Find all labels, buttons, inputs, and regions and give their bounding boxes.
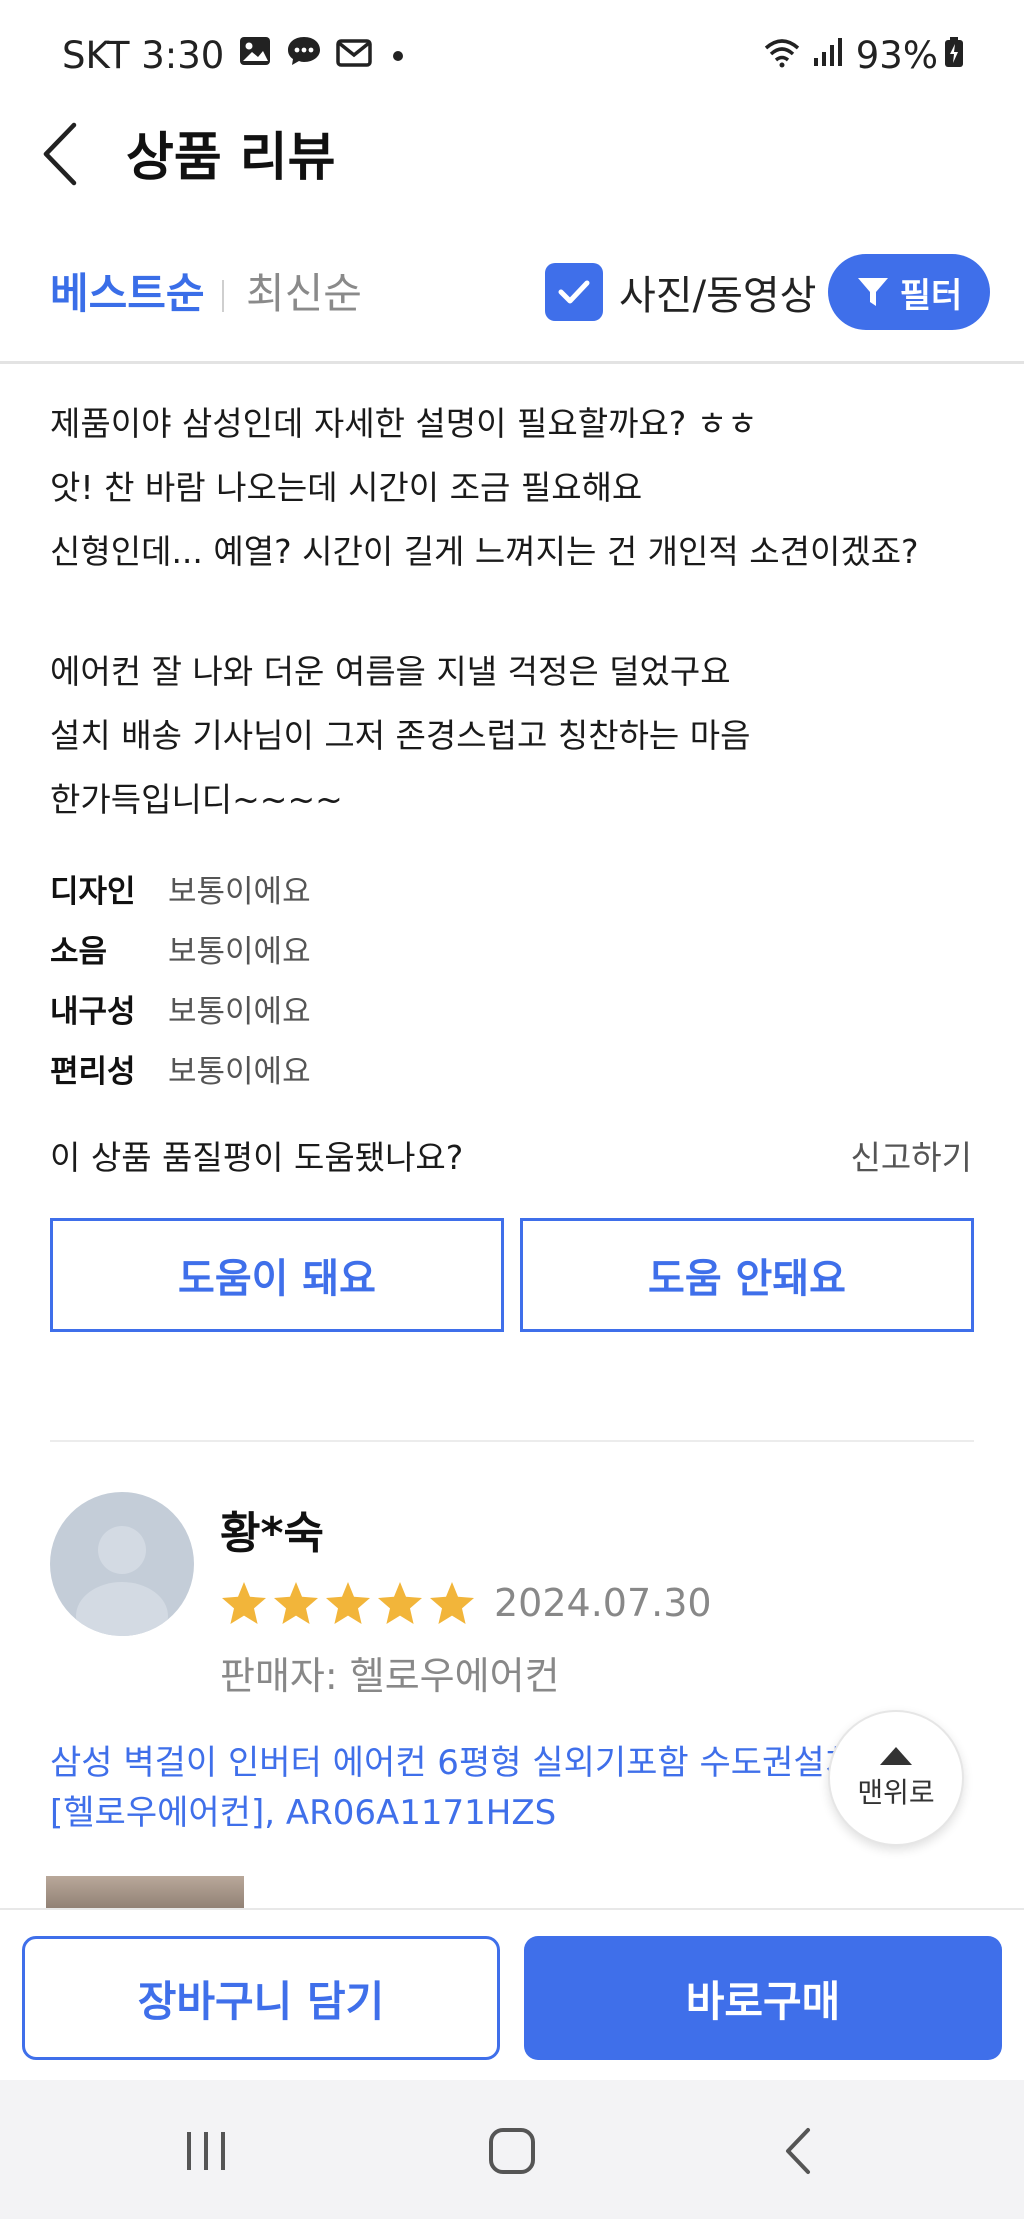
- review-line: 한가득입니디~~~~: [50, 780, 343, 819]
- status-left: SKT 3:30: [62, 30, 410, 80]
- sort-bar: 베스트순 최신순 사진/동영상 필터: [0, 240, 1024, 364]
- review-body: 제품이야 삼성인데 자세한 설명이 필요할까요? ㅎㅎ 앗! 찬 바람 나오는데…: [50, 392, 990, 832]
- attribute-row: 내구성 보통이에요: [50, 978, 650, 1038]
- status-right: 93%: [762, 30, 964, 80]
- attribute-value: 보통이에요: [168, 873, 311, 910]
- review-page: SKT 3:30 93% 상품 리뷰 베스트순 최신순 사진/동영상 필터 제품…: [0, 0, 1024, 2219]
- attribute-value: 보통이에요: [168, 933, 311, 970]
- photo-video-label: 사진/동영상: [619, 273, 817, 319]
- attribute-value: 보통이에요: [168, 1053, 311, 1090]
- reviewer-name: 황*숙: [220, 1508, 324, 1559]
- battery-icon: [944, 34, 964, 77]
- sort-latest-tab[interactable]: 최신순: [246, 264, 362, 324]
- buy-now-button[interactable]: 바로구매: [524, 1936, 1002, 2060]
- header: 상품 리뷰: [0, 108, 1024, 240]
- filter-button[interactable]: 필터: [828, 254, 990, 330]
- sort-best-tab[interactable]: 베스트순: [50, 264, 205, 324]
- product-name-line: [헬로우에어컨], AR06A1171HZS: [50, 1793, 557, 1833]
- home-icon: [489, 2128, 535, 2174]
- review-line: 설치 배송 기사님이 그저 존경스럽고 칭찬하는 마음: [50, 716, 751, 755]
- recent-apps-icon: [187, 2132, 225, 2170]
- star-icon: [222, 1582, 266, 1624]
- carrier-time: SKT 3:30: [62, 33, 225, 77]
- notification-dot-icon: [386, 34, 410, 77]
- attribute-value: 보통이에요: [168, 993, 311, 1030]
- helpful-question: 이 상품 품질평이 도움됐나요?: [50, 1138, 464, 1177]
- review-attributes: 디자인 보통이에요 소음 보통이에요 내구성 보통이에요 편리성 보통이에요: [50, 858, 650, 1098]
- signal-icon: [812, 34, 846, 77]
- review-line: 제품이야 삼성인데 자세한 설명이 필요할까요? ㅎㅎ: [50, 404, 758, 443]
- review-line: 에어컨 잘 나와 더운 여름을 지낼 걱정은 덜었구요: [50, 652, 731, 691]
- seller-name: 판매자: 헬로우에어컨: [220, 1654, 560, 1698]
- attribute-key: 내구성: [50, 993, 136, 1030]
- add-to-cart-button[interactable]: 장바구니 담기: [22, 1936, 500, 2060]
- mail-icon: [336, 34, 373, 77]
- scroll-to-top-label: 맨위로: [857, 1776, 935, 1809]
- star-icon: [378, 1582, 422, 1624]
- helpful-no-button[interactable]: 도움 안돼요: [520, 1218, 974, 1332]
- action-bar: 장바구니 담기 바로구매: [0, 1908, 1024, 2080]
- home-button[interactable]: [472, 2116, 552, 2186]
- photo-video-toggle[interactable]: 사진/동영상: [545, 260, 816, 324]
- battery-percent: 93%: [855, 33, 938, 77]
- star-icon: [430, 1582, 474, 1624]
- message-icon: [286, 34, 322, 77]
- attribute-key: 디자인: [50, 873, 136, 910]
- status-bar: SKT 3:30 93%: [0, 0, 1024, 108]
- review-divider: [50, 1440, 974, 1442]
- review-line: 앗! 찬 바람 나오는데 시간이 조금 필요해요: [50, 468, 643, 507]
- review-paragraph-gap: [50, 584, 990, 640]
- product-name-line: 삼성 벽걸이 인버터 에어컨 6평형 실외기포함 수도권설치: [50, 1743, 856, 1783]
- attribute-key: 소음: [50, 933, 108, 970]
- chevron-left-icon: [43, 122, 77, 186]
- star-icon: [274, 1582, 318, 1624]
- star-icon: [326, 1582, 370, 1624]
- star-rating: 2024.07.30: [220, 1576, 712, 1630]
- attribute-row: 편리성 보통이에요: [50, 1038, 650, 1098]
- gallery-icon: [238, 34, 272, 77]
- report-link[interactable]: 신고하기: [851, 1130, 972, 1186]
- back-chevron-icon: [786, 2128, 810, 2174]
- photo-video-checkbox[interactable]: [545, 263, 603, 321]
- attribute-key: 편리성: [50, 1053, 136, 1090]
- back-button[interactable]: [40, 114, 100, 194]
- page-title: 상품 리뷰: [126, 128, 336, 188]
- review-photo-thumbnail[interactable]: [46, 1876, 244, 1910]
- back-nav-button[interactable]: [758, 2116, 838, 2186]
- system-nav-bar: [0, 2080, 1024, 2219]
- filter-label: 필터: [899, 275, 963, 316]
- wifi-icon: [762, 34, 802, 77]
- review-date: 2024.07.30: [494, 1581, 712, 1625]
- scroll-to-top-button[interactable]: 맨위로: [828, 1710, 964, 1846]
- sort-divider: [222, 280, 224, 312]
- product-link[interactable]: 삼성 벽걸이 인버터 에어컨 6평형 실외기포함 수도권설치 [헬로우에어컨],…: [50, 1738, 880, 1838]
- attribute-row: 디자인 보통이에요: [50, 858, 650, 918]
- funnel-icon: [857, 278, 888, 306]
- helpful-yes-button[interactable]: 도움이 돼요: [50, 1218, 504, 1332]
- recent-apps-button[interactable]: [166, 2116, 246, 2186]
- attribute-row: 소음 보통이에요: [50, 918, 650, 978]
- checkmark-icon: [558, 280, 590, 304]
- user-placeholder-icon: [76, 1526, 168, 1636]
- avatar: [50, 1492, 194, 1636]
- caret-up-icon: [880, 1747, 912, 1765]
- review-line: 신형인데... 예열? 시간이 길게 느껴지는 건 개인적 소견이겠죠?: [50, 532, 919, 571]
